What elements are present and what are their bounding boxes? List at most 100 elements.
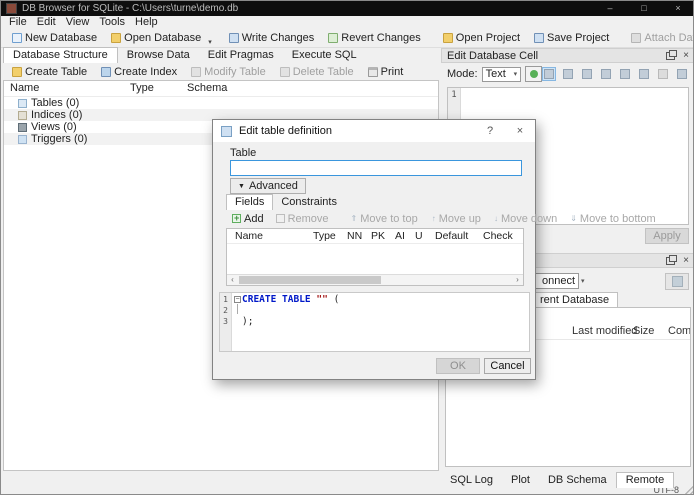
save-cell-icon — [620, 69, 630, 79]
dialog-icon — [221, 125, 232, 137]
col-last-modified[interactable]: Last modified — [572, 325, 637, 337]
col-nn: NN — [347, 230, 363, 242]
word-wrap-button[interactable] — [525, 66, 542, 82]
tab-plot[interactable]: Plot — [502, 473, 539, 488]
binary-mode-icon — [563, 69, 573, 79]
apply-button[interactable]: Apply — [645, 228, 689, 244]
write-changes-icon — [228, 33, 239, 43]
tree-col-type[interactable]: Type — [130, 82, 154, 94]
text-mode-button[interactable] — [542, 67, 556, 81]
menu-file[interactable]: File — [4, 16, 32, 29]
open-project-icon — [442, 33, 453, 43]
close-panel-icon[interactable]: × — [683, 255, 689, 266]
save-cell-button[interactable] — [618, 67, 632, 81]
col-commit[interactable]: Commit — [668, 325, 690, 337]
tree-header: Name Type Schema — [4, 81, 438, 97]
table-name-label: Table — [230, 147, 257, 159]
print-cell-button[interactable] — [675, 67, 689, 81]
scroll-right-icon[interactable]: › — [512, 275, 523, 285]
move-to-bottom-button[interactable]: ⇓ Move to bottom — [570, 213, 656, 225]
sql-preview[interactable]: 1 2 3 − CREATE TABLE "" ( ); — [219, 292, 530, 352]
bottom-dock-tabs: SQL Log Plot DB Schema Remote — [441, 471, 675, 488]
tab-remote[interactable]: Remote — [615, 472, 675, 488]
create-index-button[interactable]: Create Index — [94, 65, 184, 79]
col-ai: AI — [395, 230, 405, 242]
fullscreen-button[interactable] — [637, 67, 651, 81]
undock-panel-icon[interactable] — [666, 49, 678, 60]
tree-col-schema[interactable]: Schema — [187, 82, 227, 94]
tab-constraints[interactable]: Constraints — [273, 195, 345, 210]
fields-grid: Name Type NN PK AI U Default Check ‹ › — [226, 228, 524, 286]
delete-table-button[interactable]: Delete Table — [273, 65, 361, 79]
close-panel-icon[interactable]: × — [683, 50, 689, 61]
refresh-remote-button[interactable] — [665, 273, 689, 290]
tables-icon — [18, 98, 27, 108]
menu-edit[interactable]: Edit — [32, 16, 61, 29]
import-file-button[interactable] — [580, 67, 594, 81]
revert-changes-button[interactable]: Revert Changes — [321, 31, 428, 45]
attach-database-icon — [631, 33, 642, 43]
remove-field-button[interactable]: Remove — [275, 213, 329, 225]
horizontal-scrollbar[interactable]: ‹ › — [227, 274, 523, 285]
menu-view[interactable]: View — [61, 16, 95, 29]
save-project-button[interactable]: Save Project — [527, 31, 616, 45]
sql-code: CREATE TABLE "" ( ); — [242, 294, 340, 327]
menu-help[interactable]: Help — [130, 16, 163, 29]
set-null-button[interactable] — [656, 67, 670, 81]
chevron-down-icon: ▼ — [238, 182, 245, 190]
modify-table-button[interactable]: Modify Table — [184, 65, 273, 79]
binary-mode-button[interactable] — [561, 67, 575, 81]
cancel-button[interactable]: Cancel — [484, 358, 531, 374]
dialog-title-bar: Edit table definition ? × — [213, 120, 535, 142]
move-down-button[interactable]: ↓ Move down — [494, 213, 557, 225]
open-database-dropdown-icon[interactable]: ▾ — [208, 38, 212, 46]
attach-database-button[interactable]: Attach Database — [624, 31, 693, 45]
col-size[interactable]: Size — [633, 325, 654, 337]
tab-sql-log[interactable]: SQL Log — [441, 473, 502, 488]
print-button[interactable]: Print — [361, 65, 411, 79]
new-database-button[interactable]: New Database — [5, 31, 104, 45]
tab-browse-data[interactable]: Browse Data — [118, 48, 199, 63]
fold-marker-icon[interactable]: − — [234, 296, 241, 303]
dialog-help-button[interactable]: ? — [475, 125, 505, 137]
close-button[interactable]: × — [661, 1, 693, 16]
export-file-icon — [601, 69, 611, 79]
edit-cell-panel-title: Edit Database Cell — [447, 49, 539, 62]
tab-edit-pragmas[interactable]: Edit Pragmas — [199, 48, 283, 63]
scroll-left-icon[interactable]: ‹ — [227, 275, 238, 285]
export-file-button[interactable] — [599, 67, 613, 81]
open-database-button[interactable]: Open Database — [104, 31, 208, 45]
fold-guide — [237, 304, 238, 314]
create-table-button[interactable]: Create Table — [5, 65, 94, 79]
resize-grip[interactable] — [684, 485, 693, 494]
tab-database-structure[interactable]: Database Structure — [3, 47, 118, 63]
scrollbar-thumb[interactable] — [239, 276, 381, 284]
ok-button[interactable]: OK — [436, 358, 480, 374]
advanced-toggle-button[interactable]: ▼ Advanced — [230, 178, 306, 194]
move-up-button[interactable]: ↑ Move up — [432, 213, 481, 225]
tab-db-schema[interactable]: DB Schema — [539, 473, 616, 488]
print-icon — [367, 66, 378, 77]
tree-col-name[interactable]: Name — [10, 82, 39, 94]
table-name-input[interactable] — [230, 160, 522, 176]
create-index-icon — [101, 66, 112, 77]
open-project-button[interactable]: Open Project — [436, 31, 527, 45]
modify-table-icon — [191, 66, 202, 77]
add-field-button[interactable]: + Add — [232, 213, 264, 225]
col-type: Type — [313, 230, 336, 242]
move-to-top-button[interactable]: ⇑ Move to top — [351, 213, 418, 225]
menu-tools[interactable]: Tools — [94, 16, 130, 29]
dialog-close-button[interactable]: × — [505, 125, 535, 137]
window-title: DB Browser for SQLite - C:\Users\turne\d… — [22, 3, 239, 14]
fields-grid-header: Name Type NN PK AI U Default Check — [227, 229, 523, 244]
tab-fields[interactable]: Fields — [226, 194, 274, 210]
triggers-icon — [18, 134, 27, 144]
undock-panel-icon[interactable] — [666, 254, 678, 265]
views-icon — [18, 122, 27, 132]
tree-row-tables[interactable]: Tables (0) — [4, 97, 438, 109]
write-changes-button[interactable]: Write Changes — [222, 31, 322, 45]
tab-execute-sql[interactable]: Execute SQL — [283, 48, 366, 63]
mode-select[interactable]: Text ▾ — [481, 66, 522, 82]
maximize-button[interactable]: □ — [627, 1, 661, 16]
minimize-button[interactable]: – — [593, 1, 627, 16]
